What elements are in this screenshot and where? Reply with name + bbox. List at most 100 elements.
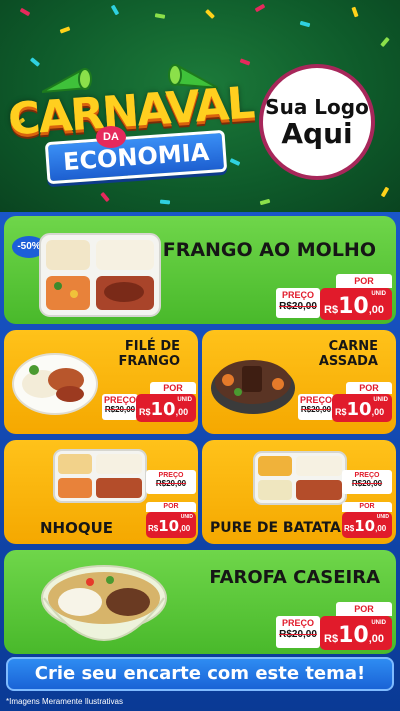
price-tag: POR PREÇO R$20,00 R$10,00 UNID [276, 274, 392, 320]
old-price-box: PREÇO R$20,00 [276, 616, 320, 648]
confetti [159, 199, 171, 205]
old-price: R$20,00 [279, 628, 317, 640]
old-price-box: PREÇO R$20,00 [276, 288, 320, 318]
por-label: POR [336, 602, 392, 616]
new-price: R$10,00 UNID [146, 512, 196, 538]
carnaval-logo: CARNAVAL ECONOMIA DA [7, 70, 255, 190]
product-card: PURE DE BATATA PREÇO R$20,00 POR R$10,00… [202, 440, 396, 544]
logo-line2: Aqui [281, 116, 353, 150]
new-price: R$10,00 UNID [342, 512, 392, 538]
food-bowl-image [211, 360, 295, 414]
confetti [205, 9, 215, 19]
food-bowl-image [41, 565, 167, 641]
currency: R$ [148, 524, 159, 533]
old-price-box: PREÇO R$20,00 [342, 470, 392, 494]
old-price: R$20,00 [104, 404, 136, 414]
product-name-line2: FRANGO [118, 353, 180, 369]
confetti [299, 20, 311, 28]
header-banner: CARNAVAL ECONOMIA DA Sua Logo Aqui [0, 0, 400, 212]
price-decimal: ,00 [368, 633, 384, 645]
old-price: R$20,00 [279, 300, 317, 312]
food-bowl-image [12, 353, 98, 415]
por-label: POR [342, 502, 392, 512]
product-card: FILÉ DE FRANGO POR PREÇO R$20,00 R$10,00… [4, 330, 198, 434]
product-name-line1: FILÉ DE [124, 339, 180, 354]
price-decimal: ,00 [375, 524, 387, 533]
product-name: FRANGO AO MOLHO [162, 239, 376, 261]
confetti [100, 191, 110, 203]
confetti [259, 198, 271, 206]
price-tag: POR PREÇO R$20,00 R$10,00 UNID [102, 382, 196, 422]
new-price: R$10,00 UNID [320, 616, 392, 650]
old-price: R$20,00 [351, 478, 383, 488]
price-decimal: ,00 [179, 524, 191, 533]
store-logo-placeholder: Sua Logo Aqui [259, 64, 375, 180]
preco-label: PREÇO [281, 290, 314, 300]
currency: R$ [335, 407, 347, 417]
new-price: R$10,00 UNID [332, 394, 392, 422]
product-card: -50% FRANGO AO MOLHO POR PREÇO R$20,00 R… [4, 216, 396, 324]
product-name: PURE DE BATATA [210, 520, 341, 536]
price-decimal: ,00 [368, 304, 384, 316]
product-card: NHOQUE PREÇO R$20,00 POR R$10,00 UNID [4, 440, 198, 544]
currency: R$ [139, 407, 151, 417]
confetti [19, 7, 31, 17]
confetti [380, 186, 390, 198]
create-flyer-button[interactable]: Crie seu encarte com este tema! [6, 657, 394, 691]
price-integer: 10 [338, 294, 369, 319]
confetti [59, 26, 71, 34]
confetti [154, 13, 166, 19]
food-tray-image [253, 451, 347, 505]
price-integer: 10 [338, 623, 369, 648]
confetti [29, 57, 41, 67]
currency: R$ [324, 304, 339, 316]
price-decimal: ,00 [371, 407, 385, 417]
old-price-box: PREÇO R$20,00 [298, 394, 334, 420]
unit-label: UNID [376, 514, 389, 520]
price-tag: PREÇO R$20,00 POR R$10,00 UNID [146, 470, 196, 540]
confetti [380, 36, 390, 48]
old-price: R$20,00 [300, 404, 332, 414]
unit-label: UNID [177, 397, 192, 403]
price-integer: 10 [354, 517, 376, 535]
price-tag: POR PREÇO R$20,00 R$10,00 UNID [276, 602, 392, 650]
por-label: POR [146, 502, 196, 512]
unit-label: UNID [180, 514, 193, 520]
logo-line1: Sua Logo [265, 94, 369, 119]
title-da: DA [96, 126, 126, 148]
product-name: FILÉ DE FRANGO [118, 339, 180, 370]
old-price-box: PREÇO R$20,00 [146, 470, 196, 494]
product-name: FAROFA CASEIRA [209, 567, 380, 588]
por-label: POR [346, 382, 392, 394]
new-price: R$10,00 UNID [320, 288, 392, 320]
product-name-line2: ASSADA [318, 353, 378, 369]
unit-label: UNID [373, 397, 388, 403]
unit-label: UNID [371, 620, 386, 626]
price-decimal: ,00 [175, 407, 189, 417]
confetti [110, 4, 120, 16]
price-tag: POR PREÇO R$20,00 R$10,00 UNID [298, 382, 392, 422]
preco-label: PREÇO [281, 618, 314, 628]
confetti [254, 3, 266, 13]
product-name: CARNE ASSADA [318, 339, 378, 370]
food-tray-image [39, 233, 161, 317]
product-name: NHOQUE [40, 519, 114, 537]
por-label: POR [150, 382, 196, 394]
old-price: R$20,00 [155, 478, 187, 488]
confetti [239, 58, 251, 66]
price-integer: 10 [158, 517, 180, 535]
new-price: R$10,00 UNID [136, 394, 196, 422]
confetti [351, 6, 359, 18]
por-label: POR [336, 274, 392, 288]
old-price-box: PREÇO R$20,00 [102, 394, 138, 420]
unit-label: UNID [371, 291, 386, 297]
product-name-line1: CARNE [328, 339, 378, 354]
disclaimer-text: *Imagens Meramente Ilustrativas [6, 697, 123, 706]
product-card: CARNE ASSADA POR PREÇO R$20,00 R$10,00 U… [202, 330, 396, 434]
currency: R$ [344, 524, 355, 533]
food-tray-image [53, 449, 147, 503]
price-integer: 10 [150, 399, 176, 420]
product-card: FAROFA CASEIRA POR PREÇO R$20,00 R$10,00… [4, 550, 396, 654]
price-integer: 10 [346, 399, 372, 420]
price-tag: PREÇO R$20,00 POR R$10,00 UNID [342, 470, 392, 540]
